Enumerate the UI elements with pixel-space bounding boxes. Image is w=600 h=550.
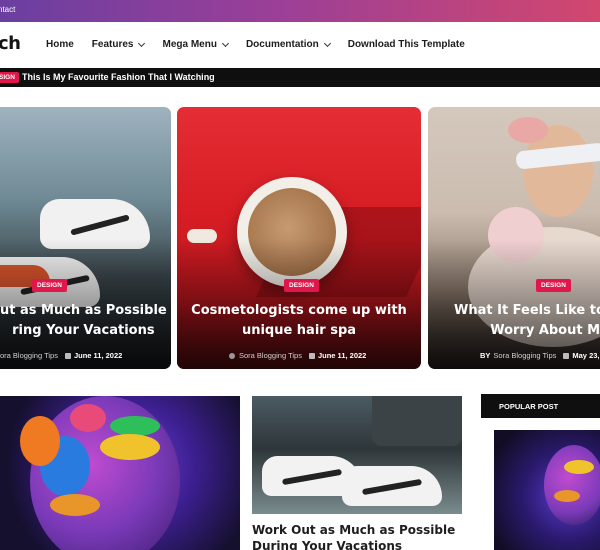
- featured-card[interactable]: DESIGN What It Feels Like to No Worry Ab…: [428, 107, 600, 369]
- calendar-icon: [308, 352, 315, 359]
- card-title[interactable]: What It Feels Like to No Worry About Mon…: [454, 301, 600, 341]
- nav-item-download-template[interactable]: Download This Template: [348, 39, 465, 50]
- nav-item-mega-menu[interactable]: Mega Menu: [162, 39, 229, 50]
- chevron-down-icon: [323, 39, 331, 47]
- widget-title: POPULAR POST: [499, 402, 559, 411]
- calendar-icon: [563, 352, 570, 359]
- card-title[interactable]: ut as Much as Possible ring Your Vacatio…: [0, 301, 167, 341]
- post-date: June 11, 2022: [317, 351, 367, 360]
- nav-item-documentation[interactable]: Documentation: [246, 39, 331, 50]
- ticker-category-badge[interactable]: DESIGN: [0, 72, 19, 83]
- author-name[interactable]: Sora Blogging Tips: [239, 351, 302, 360]
- post-date: June 11, 2022: [73, 351, 123, 360]
- face-paint-orange: [20, 416, 60, 466]
- page: { "topbar": { "link": "ntact" }, "header…: [0, 0, 600, 550]
- card-title-line: Cosmetologists come up with: [191, 303, 407, 318]
- by-label: BY: [480, 351, 491, 360]
- author-name[interactable]: ora Blogging Tips: [0, 351, 58, 360]
- post-meta: BY Sora Blogging Tips May 23, 2: [480, 351, 600, 360]
- card-title[interactable]: Cosmetologists come up with unique hair …: [177, 301, 421, 341]
- nav-item-features[interactable]: Features: [92, 39, 146, 50]
- category-badge[interactable]: DESIGN: [536, 279, 571, 292]
- ticker-headline[interactable]: This Is My Favourite Fashion That I Watc…: [22, 72, 215, 82]
- post-title[interactable]: Work Out as Much as Possible During Your…: [252, 522, 472, 550]
- post-thumbnail[interactable]: [0, 396, 240, 550]
- card-title-line: What It Feels Like to No: [454, 303, 600, 318]
- featured-card[interactable]: DESIGN Cosmetologists come up with uniqu…: [177, 107, 421, 369]
- main-nav: Home Features Mega Menu Documentation Do…: [46, 39, 483, 50]
- site-header: ch Home Features Mega Menu Documentation…: [0, 22, 600, 68]
- face-paint-yellow: [564, 460, 594, 474]
- popular-post-thumbnail[interactable]: [494, 430, 600, 550]
- card-title-line: Worry About Mone: [490, 323, 600, 338]
- category-badge[interactable]: DESIGN: [284, 279, 319, 292]
- chevron-down-icon: [221, 39, 229, 47]
- post-meta: Sora Blogging Tips June 11, 2022: [229, 351, 366, 360]
- lips: [554, 490, 580, 502]
- flower-crown: [508, 117, 548, 143]
- lips: [50, 494, 100, 516]
- category-badge[interactable]: DESIGN: [32, 279, 67, 292]
- chevron-down-icon: [138, 39, 146, 47]
- card-title-line: ring Your Vacations: [12, 323, 155, 338]
- face-paint-yellow: [100, 434, 160, 460]
- painted-face-image: [544, 445, 600, 525]
- contact-link[interactable]: ntact: [0, 5, 15, 14]
- card-title-line: unique hair spa: [241, 323, 357, 338]
- featured-card[interactable]: DESIGN ut as Much as Possible ring Your …: [0, 107, 171, 369]
- news-ticker: DESIGN This Is My Favourite Fashion That…: [0, 68, 600, 87]
- post-meta: ora Blogging Tips June 11, 2022: [0, 351, 122, 360]
- top-bar: ntact: [0, 0, 600, 22]
- face-paint-green: [110, 416, 160, 436]
- user-icon: [229, 352, 235, 359]
- card-title-line: ut as Much as Possible: [0, 303, 167, 318]
- calendar-icon: [64, 352, 71, 359]
- nav-item-home[interactable]: Home: [46, 39, 74, 50]
- popular-post-header: POPULAR POST: [481, 394, 600, 418]
- post-thumbnail[interactable]: [252, 396, 462, 514]
- legs: [372, 396, 462, 446]
- author-name[interactable]: Sora Blogging Tips: [493, 351, 556, 360]
- post-date: May 23, 2: [572, 351, 600, 360]
- site-logo[interactable]: ch: [0, 33, 21, 54]
- butterfly: [70, 404, 106, 432]
